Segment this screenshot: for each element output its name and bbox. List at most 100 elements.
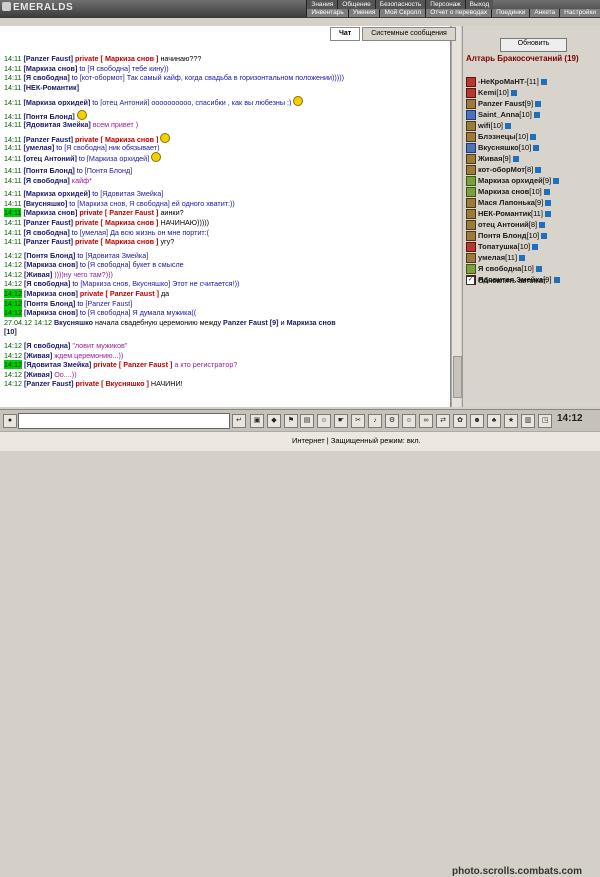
- message-nick[interactable]: [Ядовитая Змейка]: [24, 360, 91, 369]
- message-nick[interactable]: [Panzer Faust]: [23, 237, 73, 246]
- message-nick[interactable]: [Panzer Faust]: [23, 135, 73, 143]
- pointer-icon[interactable]: ☛: [334, 414, 348, 428]
- menu-item-top[interactable]: Безопасность: [374, 0, 426, 9]
- figure-icon[interactable]: ☺: [317, 414, 331, 428]
- info-icon[interactable]: [533, 111, 540, 118]
- message-recip[interactable]: [Маркиза снов, Вкусняшко]: [80, 279, 170, 288]
- scrollbar-thumb[interactable]: [453, 356, 462, 398]
- user-name[interactable]: Вкусняшко: [478, 142, 519, 153]
- message-recip[interactable]: [Понтя Блонд]: [85, 166, 132, 175]
- info-icon[interactable]: [553, 276, 560, 283]
- menu-item-top[interactable]: Выход: [464, 0, 494, 9]
- info-icon[interactable]: [540, 78, 547, 85]
- info-icon[interactable]: [535, 100, 542, 107]
- user-list-item[interactable]: Блэзнецы [10]: [466, 131, 600, 142]
- user-list-item[interactable]: Живая [9]: [466, 153, 600, 164]
- user-name[interactable]: Panzer Faust: [478, 98, 525, 109]
- star-icon[interactable]: ★: [504, 414, 518, 428]
- message-nick[interactable]: [Ядовитая Змейка]: [23, 120, 90, 129]
- shield-icon[interactable]: ◆: [267, 414, 281, 428]
- message-nick[interactable]: [Маркиза орхидей]: [23, 189, 90, 198]
- user-name[interactable]: -НеКроМаНТ-: [478, 76, 527, 87]
- message-nick[interactable]: [Я свободна]: [24, 279, 70, 288]
- message-recip[interactable]: [Я свободна]: [64, 143, 107, 152]
- user-list-item[interactable]: Маркиза орхидей [9]: [466, 175, 600, 186]
- map-icon[interactable]: ◳: [538, 414, 552, 428]
- message-nick[interactable]: [Понтя Блонд]: [24, 251, 75, 260]
- emote-icon[interactable]: ●: [3, 414, 17, 428]
- chat-mode-icon[interactable]: ▣: [250, 414, 264, 428]
- user-name[interactable]: Маркиза орхидей: [478, 175, 543, 186]
- user-name[interactable]: Топатушка: [478, 241, 518, 252]
- menu-item-bottom[interactable]: Мой Скролл: [379, 9, 426, 17]
- flag-icon[interactable]: ⚑: [284, 414, 298, 428]
- message-recip[interactable]: [отец Антоний]: [100, 98, 149, 106]
- user-list-item[interactable]: Вкусняшко [10]: [466, 142, 600, 153]
- user-name[interactable]: Saint_Anna: [478, 109, 519, 120]
- message-recip[interactable]: [Ядовитая Змейка]: [100, 189, 163, 198]
- user-list-item[interactable]: кот-оборМот [8]: [466, 164, 600, 175]
- message-nick[interactable]: [отец Антоний]: [23, 154, 76, 162]
- user-list-item[interactable]: Топатушка [10]: [466, 241, 600, 252]
- message-recip[interactable]: [кот-обормот]: [80, 73, 125, 82]
- user-name[interactable]: Kemi: [478, 87, 496, 98]
- message-nick[interactable]: [Я свободна]: [23, 176, 69, 185]
- user-name[interactable]: Я свободна: [478, 263, 521, 274]
- menu-item-top[interactable]: Персонаж: [425, 0, 465, 9]
- user-list-item[interactable]: НЕК-Романтик [11]: [466, 208, 600, 219]
- chat-scrollbar[interactable]: [451, 26, 462, 407]
- refresh-button[interactable]: Обновить: [500, 38, 567, 52]
- message-nick[interactable]: [Я свободна]: [23, 73, 69, 82]
- menu-item-bottom[interactable]: Настройки: [559, 9, 600, 17]
- auto-refresh-checkbox[interactable]: ✓: [466, 276, 475, 285]
- menu-item-bottom[interactable]: Отчет о переводах: [425, 9, 492, 17]
- tab-chat[interactable]: Чат: [330, 27, 361, 41]
- user-name[interactable]: Мася Лапонька: [478, 197, 535, 208]
- user-list-item[interactable]: Мася Лапонька [9]: [466, 197, 600, 208]
- user-name[interactable]: НЕК-Романтик: [478, 208, 531, 219]
- message-recip[interactable]: [Panzer Faust]: [85, 299, 132, 308]
- message-nick[interactable]: [Я свободна]: [23, 228, 69, 237]
- menu-item-top[interactable]: Знания: [306, 0, 338, 9]
- info-icon[interactable]: [512, 155, 519, 162]
- message-nick[interactable]: [НЕК-Романтик]: [23, 83, 79, 92]
- info-icon[interactable]: [535, 166, 542, 173]
- info-icon[interactable]: [533, 144, 540, 151]
- message-recip[interactable]: [Я свободна]: [87, 64, 130, 73]
- message-nick[interactable]: Panzer Faust [9]: [223, 318, 279, 327]
- menu-item-bottom[interactable]: Анкета: [529, 9, 560, 17]
- user-list-item[interactable]: Маркиза снов [10]: [466, 186, 600, 197]
- user-list-item[interactable]: отец Антоний [8]: [466, 219, 600, 230]
- message-recip[interactable]: [Маркиза орхидей]: [87, 154, 149, 162]
- message-nick[interactable]: Маркиза снов: [287, 318, 336, 327]
- user-list-item[interactable]: Panzer Faust [9]: [466, 98, 600, 109]
- gift-icon[interactable]: ✿: [453, 414, 467, 428]
- menu-item-bottom[interactable]: Умения: [347, 9, 380, 17]
- message-nick[interactable]: [Живая]: [24, 270, 52, 279]
- user-list-item[interactable]: Saint_Anna [10]: [466, 109, 600, 120]
- info-icon[interactable]: [543, 188, 550, 195]
- card-icon[interactable]: ▤: [300, 414, 314, 428]
- auto-refresh[interactable]: ✓ Обновлять автомат.: [466, 276, 547, 285]
- menu-item-top[interactable]: Общение: [337, 0, 375, 9]
- message-nick[interactable]: [10]: [4, 327, 17, 336]
- user-name[interactable]: отец Антоний: [478, 219, 529, 230]
- smile-icon[interactable]: ☺: [402, 414, 416, 428]
- message-nick[interactable]: [умелая]: [23, 143, 54, 152]
- chat-input[interactable]: [18, 413, 230, 429]
- user-name[interactable]: Живая: [478, 153, 502, 164]
- speaker-icon[interactable]: ♪: [368, 414, 382, 428]
- user-list-item[interactable]: wifi [10]: [466, 120, 600, 131]
- user-name[interactable]: кот-оборМот: [478, 164, 525, 175]
- message-nick[interactable]: [Маркиза снов]: [24, 260, 78, 269]
- group-icon[interactable]: ♣: [487, 414, 501, 428]
- clipboard-icon[interactable]: ▥: [521, 414, 535, 428]
- info-icon[interactable]: [510, 89, 517, 96]
- message-nick[interactable]: [Понтя Блонд]: [23, 166, 74, 175]
- menu-item-bottom[interactable]: Поединки: [491, 9, 530, 17]
- message-nick[interactable]: [Panzer Faust]: [23, 218, 73, 227]
- user-list-item[interactable]: Я свободна [10]: [466, 263, 600, 274]
- message-nick[interactable]: [Panzer Faust]: [23, 54, 73, 63]
- settings-icon[interactable]: ⚙: [385, 414, 399, 428]
- info-icon[interactable]: [519, 254, 526, 261]
